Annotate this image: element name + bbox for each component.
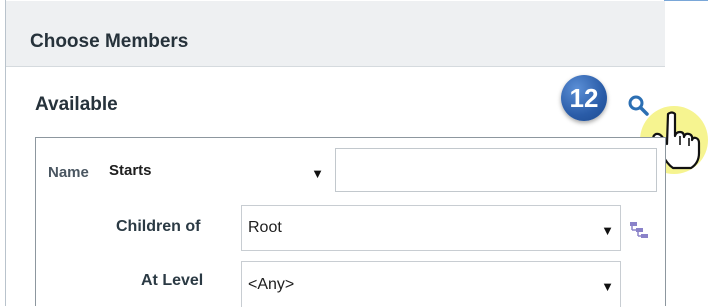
panel-title: Choose Members (30, 31, 189, 52)
dropdown-arrow-icon[interactable]: ▼ (601, 223, 614, 238)
choose-members-panel: Choose Members Available 12 Name Starts … (5, 0, 708, 307)
name-label: Name (48, 164, 89, 181)
panel-header: Choose Members (6, 1, 665, 67)
children-of-select[interactable]: Root ▼ (241, 205, 621, 251)
dropdown-arrow-icon[interactable]: ▼ (601, 279, 614, 294)
hierarchy-icon[interactable] (629, 221, 649, 239)
name-operator-select[interactable]: Starts ▼ (105, 148, 330, 192)
at-level-select[interactable]: <Any> ▼ (241, 261, 621, 307)
at-level-label: At Level (141, 272, 204, 289)
available-heading: Available (35, 94, 118, 115)
children-of-value: Root (248, 219, 282, 236)
children-of-label: Children of (116, 218, 201, 235)
name-operator-value: Starts (109, 161, 152, 179)
member-filter-form: Name Starts ▼ Children of Root ▼ At Leve… (35, 137, 666, 307)
step-number-badge: 12 (561, 75, 607, 121)
at-level-value: <Any> (248, 275, 295, 293)
dropdown-arrow-icon[interactable]: ▼ (311, 166, 324, 181)
name-search-input[interactable] (335, 148, 657, 192)
